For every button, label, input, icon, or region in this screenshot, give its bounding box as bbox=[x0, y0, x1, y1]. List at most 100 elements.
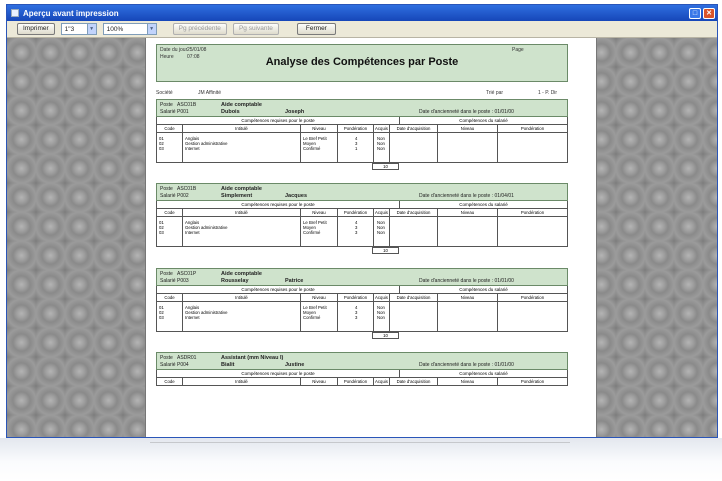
skill-acquired: Non Non Non bbox=[377, 220, 385, 236]
employee-block: Poste ASC01B Salarié P002 Aide comptable Simp… bbox=[156, 183, 568, 254]
maximize-icon[interactable]: □ bbox=[689, 7, 701, 19]
company-label: Société bbox=[156, 90, 173, 96]
skill-acquired: Non Non Non bbox=[377, 305, 385, 321]
poste-label: Poste bbox=[160, 186, 173, 192]
zoom-select[interactable]: 100% ▼ bbox=[102, 23, 157, 35]
column-header: Pondération bbox=[520, 379, 545, 384]
preview-viewport[interactable]: Date du jour 25/01/08 Heure 07:08 Page A… bbox=[7, 38, 717, 437]
column-divider bbox=[497, 302, 498, 331]
salarie-code: P003 bbox=[177, 278, 189, 284]
column-header-row: Code Intitulé Niveau Pondération Acquis Date … bbox=[156, 378, 568, 386]
skills-rows: 01 02 03 Anglais Gestion administrative I… bbox=[156, 217, 568, 247]
column-header: Date d'acquisition bbox=[390, 209, 438, 216]
skill-levels: Le Bref Petit Moyen Confirmé bbox=[303, 305, 327, 321]
column-header: Niveau bbox=[301, 209, 338, 216]
column-header-row: Code Intitulé Niveau Pondération Acquis Date … bbox=[156, 125, 568, 133]
column-divider bbox=[300, 133, 301, 162]
skill-names: Anglais Gestion administrative Internet bbox=[185, 220, 228, 236]
sort-value: 1 - P. Dir bbox=[538, 90, 558, 96]
skill-levels: Le Bref Petit Moyen Confirmé bbox=[303, 136, 327, 152]
employee-first-name: Justine bbox=[285, 362, 305, 368]
skill-codes: 01 02 03 bbox=[159, 305, 164, 321]
column-divider bbox=[182, 302, 183, 331]
column-divider bbox=[389, 133, 390, 162]
weight-total: 10 bbox=[372, 163, 399, 170]
reflection-ghost bbox=[150, 442, 570, 462]
column-header: Pondération bbox=[520, 210, 545, 215]
column-header: Niveau bbox=[438, 209, 498, 216]
seniority-date: Date d'ancienneté dans le poste : 01/01/… bbox=[419, 278, 514, 284]
title-bar: Aperçu avant impression □ ✕ bbox=[7, 5, 717, 21]
column-header: Acquis bbox=[374, 209, 390, 216]
column-header: Pondération bbox=[338, 294, 374, 301]
report-header: Date du jour 25/01/08 Heure 07:08 Page A… bbox=[156, 44, 568, 82]
column-header: Niveau bbox=[301, 294, 338, 301]
page-select[interactable]: 1"3 ▼ bbox=[60, 23, 97, 35]
column-header: Pondération bbox=[338, 209, 374, 216]
date-value: 25/01/08 bbox=[187, 47, 207, 53]
column-divider bbox=[337, 217, 338, 246]
salarie-code: P001 bbox=[177, 109, 189, 115]
column-header: Acquis bbox=[374, 378, 390, 385]
column-header: Niveau bbox=[438, 125, 498, 132]
seniority-date: Date d'ancienneté dans le poste : 01/01/… bbox=[419, 109, 514, 115]
app-icon bbox=[11, 9, 19, 17]
report-title: Analyse des Compétences par Poste bbox=[265, 56, 459, 68]
employee-block: Poste ASC01P Salarié P003 Aide comptable Rous… bbox=[156, 268, 568, 339]
date-label: Date du jour bbox=[160, 47, 188, 53]
block-header: Poste ASDR01 Salarié P004 Assistant (mm Nive… bbox=[156, 352, 568, 370]
employee-block: Poste ASC01B Salarié P001 Aide comptable Dubo… bbox=[156, 99, 568, 170]
close-preview-button[interactable]: Fermer bbox=[296, 23, 336, 35]
salarie-code: P004 bbox=[177, 362, 189, 368]
seniority-date: Date d'ancienneté dans le poste : 01/01/… bbox=[419, 362, 514, 368]
print-button[interactable]: Imprimer bbox=[17, 23, 55, 35]
window-title: Aperçu avant impression bbox=[23, 8, 119, 18]
close-icon[interactable]: ✕ bbox=[703, 7, 715, 19]
chevron-down-icon[interactable]: ▼ bbox=[86, 24, 96, 34]
column-divider bbox=[389, 217, 390, 246]
employee-first-name: Joseph bbox=[285, 109, 305, 115]
previous-page-button[interactable]: Pg précédente bbox=[172, 23, 227, 35]
column-header: Niveau bbox=[301, 125, 338, 132]
column-header: Niveau bbox=[438, 378, 498, 385]
required-skills-heading: Compétences requises pour le poste bbox=[157, 370, 400, 377]
column-header-row: Code Intitulé Niveau Pondération Acquis Date … bbox=[156, 294, 568, 302]
group-header-row: Compétences requises pour le poste Compét… bbox=[156, 201, 568, 209]
skill-weights: 4 3 3 bbox=[355, 220, 358, 236]
column-header: Code bbox=[157, 209, 183, 216]
zoom-select-value: 100% bbox=[106, 25, 124, 33]
poste-code: ASC01B bbox=[177, 102, 197, 108]
poste-label: Poste bbox=[160, 355, 173, 361]
required-skills-heading: Compétences requises pour le poste bbox=[157, 286, 400, 293]
salarie-code: P002 bbox=[177, 193, 189, 199]
print-preview-window: Aperçu avant impression □ ✕ Imprimer 1"3… bbox=[6, 4, 718, 438]
column-header: Date d'acquisition bbox=[390, 378, 438, 385]
block-header: Poste ASC01B Salarié P001 Aide comptable Dubo… bbox=[156, 99, 568, 117]
employee-last-name: Dubois bbox=[221, 109, 240, 115]
column-header: Pondération bbox=[520, 295, 545, 300]
skill-names: Anglais Gestion administrative Internet bbox=[185, 136, 228, 152]
job-title: Aide comptable bbox=[221, 186, 262, 192]
next-page-button[interactable]: Pg suivante bbox=[232, 23, 279, 35]
job-title: Aide comptable bbox=[221, 102, 262, 108]
weight-total: 10 bbox=[372, 247, 399, 254]
column-header: Acquis bbox=[374, 125, 390, 132]
skill-weights: 4 3 1 bbox=[355, 136, 358, 152]
group-header-row: Compétences requises pour le poste Compét… bbox=[156, 286, 568, 294]
poste-label: Poste bbox=[160, 271, 173, 277]
salarie-label: Salarié bbox=[160, 278, 176, 284]
column-header: Intitulé bbox=[183, 378, 301, 385]
employee-skills-heading: Compétences du salarié bbox=[459, 202, 508, 207]
skill-codes: 01 02 03 bbox=[159, 220, 164, 236]
skill-codes: 01 02 03 bbox=[159, 136, 164, 152]
poste-label: Poste bbox=[160, 102, 173, 108]
employee-first-name: Jacques bbox=[285, 193, 308, 199]
chevron-down-icon[interactable]: ▼ bbox=[146, 24, 156, 34]
column-header: Pondération bbox=[338, 378, 374, 385]
salarie-label: Salarié bbox=[160, 362, 176, 368]
page-label: Page bbox=[512, 47, 524, 53]
column-header-row: Code Intitulé Niveau Pondération Acquis Date … bbox=[156, 209, 568, 217]
column-divider bbox=[373, 217, 374, 246]
column-header: Intitulé bbox=[183, 209, 301, 216]
column-divider bbox=[437, 302, 438, 331]
